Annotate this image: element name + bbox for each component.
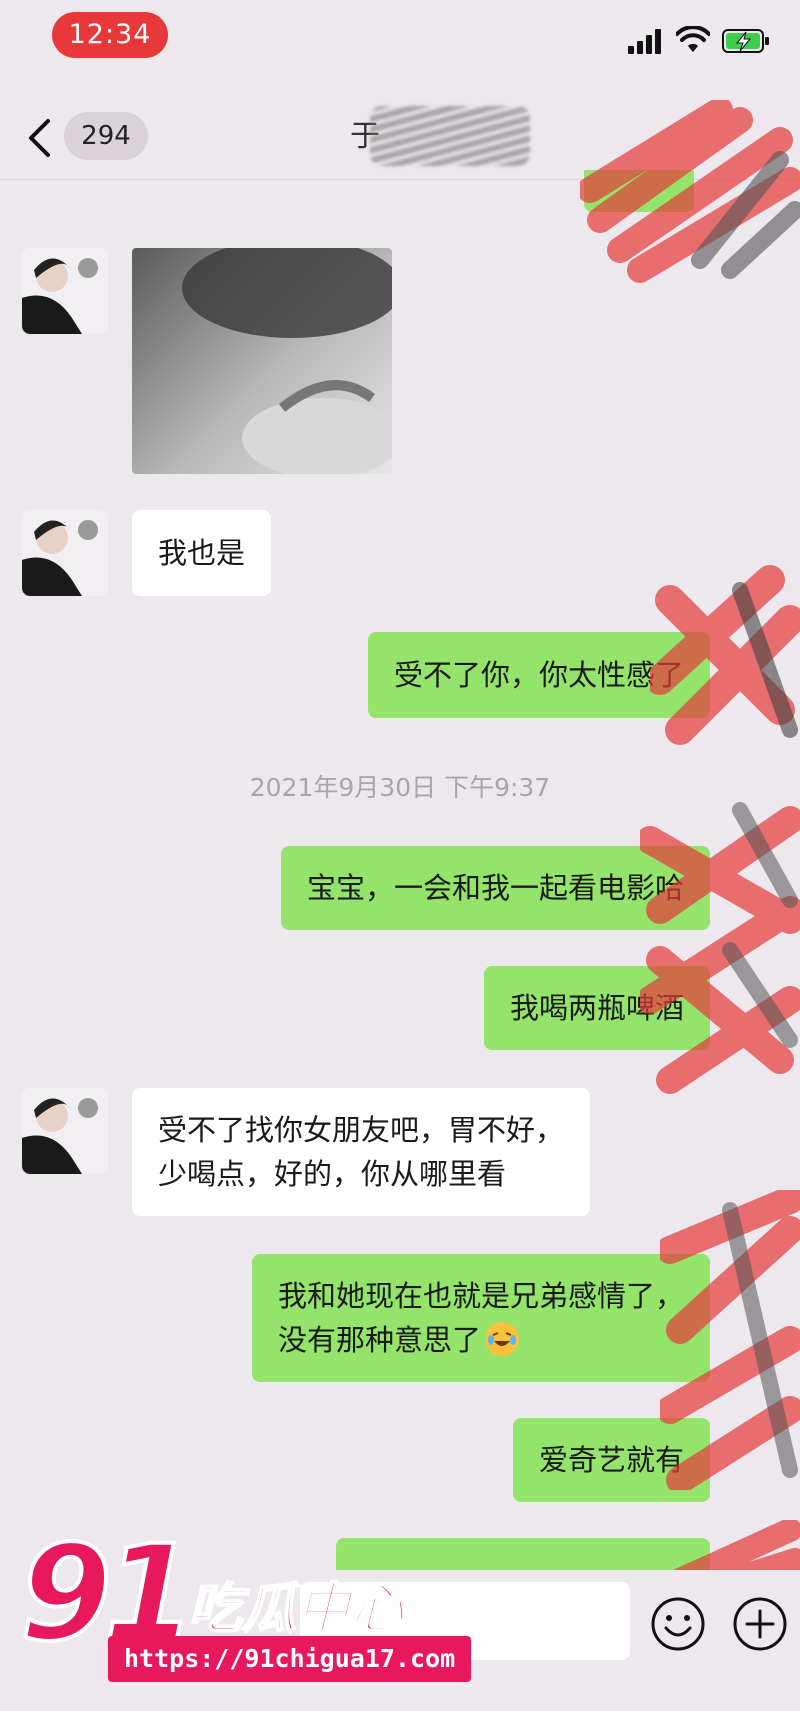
message-line: 受不了找你女朋友吧，胃不好， — [158, 1113, 565, 1147]
message-timestamp: 2021年9月30日 下午9:37 — [249, 773, 551, 802]
battery-charging-icon — [722, 29, 769, 53]
message-line: 少喝点，好的，你从哪里看 — [158, 1157, 507, 1191]
outgoing-message[interactable]: 我喝两瓶啤酒 — [483, 966, 710, 1050]
wifi-icon — [676, 26, 710, 52]
status-bar: 12:34 — [0, 0, 800, 72]
title-redaction — [370, 106, 530, 166]
incoming-message[interactable]: 受不了找你女朋友吧，胃不好， 少喝点，好的，你从哪里看 — [132, 1088, 591, 1216]
message-line: 没有那种意思了 — [277, 1323, 481, 1357]
incoming-message[interactable]: 我也是 — [132, 510, 272, 596]
outgoing-message[interactable]: 宝宝，一会和我一起看电影哈 — [280, 846, 710, 930]
watermark-name: 吃瓜中心 — [187, 1576, 405, 1641]
chat-header: 294 于 — [0, 90, 800, 180]
back-chevron-icon[interactable] — [26, 118, 52, 158]
photo-content — [182, 248, 392, 474]
shared-photo[interactable] — [132, 248, 392, 474]
message-bubble-partial[interactable] — [584, 170, 694, 212]
contact-avatar[interactable] — [22, 510, 108, 596]
redaction-scribble — [640, 802, 800, 1094]
site-watermark: 91 吃瓜中心 https://91chigua17.com — [18, 1522, 472, 1704]
message-line: 我和她现在也就是兄弟感情了， — [277, 1279, 684, 1313]
plus-circle-icon[interactable] — [732, 1596, 788, 1652]
contact-avatar[interactable] — [22, 248, 108, 334]
unread-count-badge[interactable]: 294 — [64, 112, 148, 160]
laughing-crying-emoji-icon — [485, 1322, 519, 1356]
watermark-url: https://91chigua17.com — [108, 1636, 472, 1682]
contact-avatar[interactable] — [22, 1088, 108, 1174]
cellular-signal-icon — [628, 29, 661, 54]
outgoing-message[interactable]: 我和她现在也就是兄弟感情了， 没有那种意思了 — [251, 1254, 710, 1382]
emoji-smile-icon[interactable] — [650, 1596, 706, 1652]
status-time[interactable]: 12:34 — [52, 12, 168, 58]
outgoing-message[interactable]: 受不了你，你太性感了 — [367, 632, 710, 718]
outgoing-message[interactable]: 爱奇艺就有 — [512, 1418, 710, 1502]
